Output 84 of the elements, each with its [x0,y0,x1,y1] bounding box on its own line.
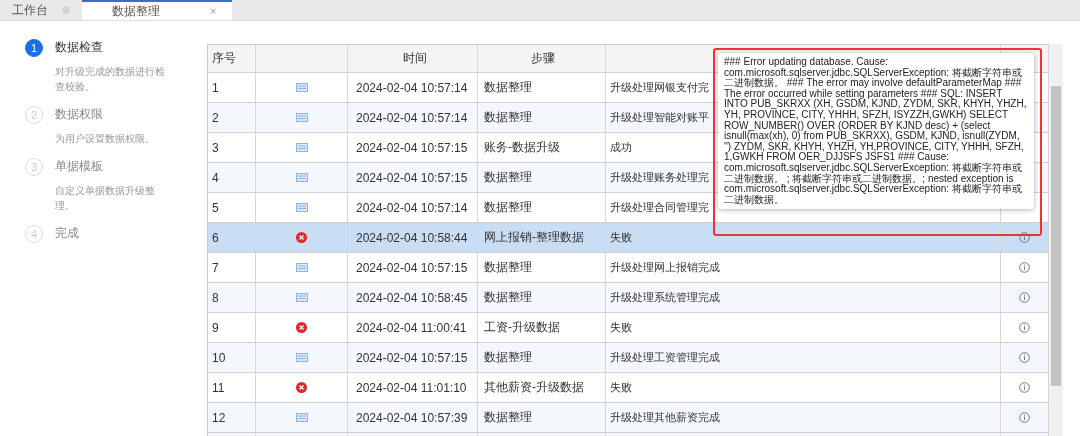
table-cell: 11 [208,373,256,402]
table-row[interactable]: 9 2024-02-04 11:00:41 工资-升级数据 失败 [208,313,1049,343]
table-cell: 10 [208,343,256,372]
table-cell: 升级处理其他薪资完成 [606,403,1001,432]
step-title: 单据模板 [55,158,104,175]
table-cell: 12 [208,403,256,432]
table-cell: 2024-02-04 10:57:39 [348,403,478,432]
table-cell: 数据整理 [478,163,606,192]
step-description: 对升级完成的数据进行检查校验。 [55,65,165,94]
step-title: 数据检查 [55,39,104,56]
column-header: 时间 [348,45,478,72]
table-cell: 8 [208,283,256,312]
message-icon [295,83,308,92]
table-cell: 数据整理 [478,343,606,372]
table-cell: 4 [208,163,256,192]
table-cell: 网上报销-整理数据 [478,223,606,252]
table-cell: 失败 [606,223,1001,252]
table-cell: 1 [208,73,256,102]
message-icon [295,203,308,212]
message-icon [295,353,308,362]
column-header: 步骤 [478,45,606,72]
table-cell: 3 [208,133,256,162]
table-cell: 数据整理 [478,193,606,222]
info-icon[interactable] [1019,322,1030,333]
info-icon[interactable] [1019,352,1030,363]
scrollbar[interactable] [1049,44,1063,436]
message-icon [295,143,308,152]
table-cell: 升级处理网上报销完成 [606,253,1001,282]
table-cell: 9 [208,313,256,342]
table-cell: 2024-02-04 10:58:45 [348,283,478,312]
table-cell: 2024-02-04 10:57:14 [348,103,478,132]
step-title: 数据权限 [55,106,104,123]
table-cell: 5 [208,193,256,222]
table-cell: 2024-02-04 10:57:15 [348,133,478,162]
table-row[interactable]: 12 2024-02-04 10:57:39 数据整理 升级处理其他薪资完成 [208,403,1049,433]
table-row[interactable]: 6 2024-02-04 10:58:44 网上报销-整理数据 失败 [208,223,1049,253]
step-number: 1 [25,39,43,57]
table-cell: 数据整理 [478,73,606,102]
table-cell: 2024-02-04 10:57:15 [348,253,478,282]
table-cell: 2024-02-04 11:00:41 [348,313,478,342]
tab[interactable]: 数据整理 × [82,0,233,20]
table-row[interactable]: 11 2024-02-04 11:01:10 其他薪资-升级数据 失败 [208,373,1049,403]
table-cell: 2024-02-04 10:58:44 [348,223,478,252]
tab[interactable]: 工作台 [0,0,82,20]
table-cell: 2024-02-04 10:57:15 [348,163,478,192]
message-icon [295,173,308,182]
table-cell: 2 [208,103,256,132]
table-cell: 失败 [606,313,1001,342]
table-cell: 数据整理 [478,253,606,282]
table-cell: 账务-数据升级 [478,133,606,162]
table-row[interactable]: 10 2024-02-04 10:57:15 数据整理 升级处理工资管理完成 [208,343,1049,373]
table-row[interactable]: 8 2024-02-04 10:58:45 数据整理 升级处理系统管理完成 [208,283,1049,313]
info-icon[interactable] [1019,292,1030,303]
info-icon[interactable] [1019,412,1030,423]
table-cell: 数据整理 [478,283,606,312]
table-row[interactable]: 7 2024-02-04 10:57:15 数据整理 升级处理网上报销完成 [208,253,1049,283]
message-icon [295,413,308,422]
message-icon [295,263,308,272]
error-icon [296,382,307,393]
table-cell: 2024-02-04 10:57:14 [348,193,478,222]
info-icon[interactable] [1019,262,1030,273]
message-icon [295,293,308,302]
table-cell: 失败 [606,373,1001,402]
table-cell: 6 [208,223,256,252]
table-cell: 工资-升级数据 [478,313,606,342]
table-cell: 7 [208,253,256,282]
table-cell: 2024-02-04 10:57:15 [348,343,478,372]
info-icon[interactable] [1019,382,1030,393]
error-tooltip: ### Error updating database. Cause: com.microsoft.sqlserver.jdbc.SQLServerException: 将截断字符串或二进制数据。 ### The error may involve defaultParameterMap ### The error occurred while setting parameters ### SQL: INSERT INTO PUB_SKRXX (XH, GSDM, KJND, ZYDM, SKR, KHYH, YHZH, YH, PROVINCE, CITY, YHHH, SFZH, ISYZZH,GWKH) SELECT ROW_NUMBER() OVER (ORDER BY KJND desc) + (select isnull(max(xh), 0) from PUB_SKRXX), GSDM, KJND, isnull(ZYDM, '') ZYDM, SKR, KHYH, YHZH, YH,PROVINCE, CITY, YHHH, SFZH, 1,GWKH FROM OER_DJJSFS JSFS1 ### Cause: com.microsoft.sqlserver.jdbc.SQLServerException: 将截断字符串或二进制数据。 ; 将截断字符串或二进制数据。; nested exception is com.microsoft.sqlserver.jdbc.SQLServerException: 将截断字符串或二进制数据。 [718,53,1034,210]
table-cell: 升级处理系统管理完成 [606,283,1001,312]
table-cell: 数据整理 [478,403,606,432]
message-icon [295,113,308,122]
error-icon [296,232,307,243]
info-icon[interactable] [1019,232,1030,243]
table-cell: 2024-02-04 11:01:10 [348,373,478,402]
step-title: 完成 [55,225,79,242]
table-cell: 升级处理工资管理完成 [606,343,1001,372]
column-header: 序号 [208,45,256,72]
table-cell: 数据整理 [478,103,606,132]
table-cell: 其他薪资-升级数据 [478,373,606,402]
step-description: 为用户设置数据权限。 [55,132,156,146]
step-description: 自定义单据数据升级整理。 [55,184,156,213]
error-icon [296,322,307,333]
table-cell: 2024-02-04 10:57:14 [348,73,478,102]
